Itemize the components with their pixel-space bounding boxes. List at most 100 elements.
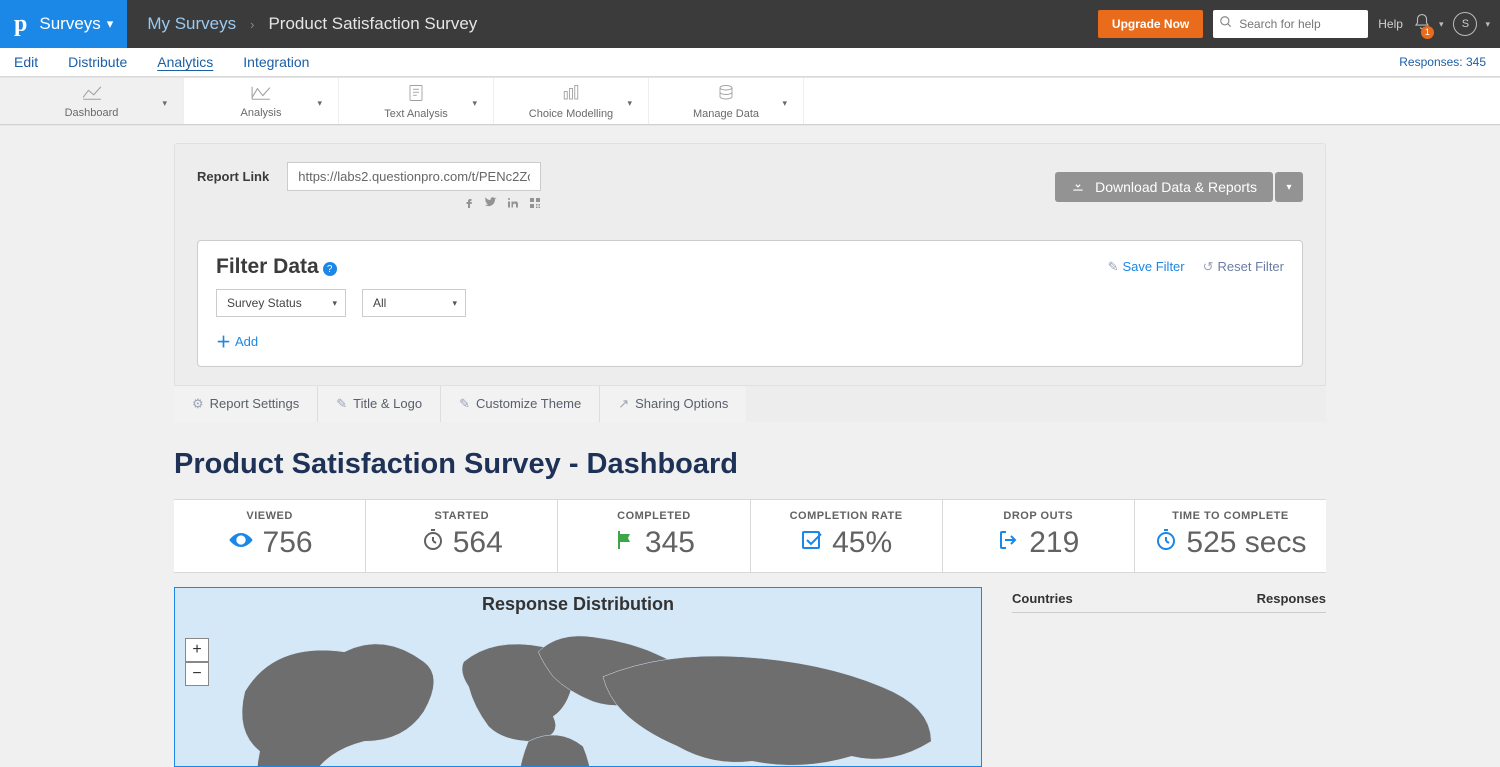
stat-label: COMPLETED (558, 510, 749, 522)
stat-time-to-complete: TIME TO COMPLETE 525 secs (1135, 500, 1326, 572)
upgrade-button[interactable]: Upgrade Now (1098, 10, 1203, 38)
filter-field-select[interactable]: Survey Status ▾ (216, 289, 346, 317)
zoom-out-button[interactable]: − (185, 662, 209, 686)
toolbar-manage-data[interactable]: Manage Data ▾ (649, 78, 804, 124)
zoom-in-button[interactable]: + (185, 638, 209, 662)
nav-analytics[interactable]: Analytics (157, 54, 213, 70)
dashboard-icon (81, 85, 103, 105)
stat-started: STARTED 564 (366, 500, 558, 572)
stat-label: DROP OUTS (943, 510, 1134, 522)
notifications-button[interactable]: 1 (1413, 13, 1431, 36)
edit-icon: ✎ (1108, 259, 1119, 274)
table-header-countries: Countries (1012, 591, 1257, 606)
world-map[interactable]: Response Distribution + − (174, 587, 982, 767)
toolbar-dashboard[interactable]: Dashboard ▾ (0, 78, 184, 124)
nav-distribute[interactable]: Distribute (68, 54, 127, 70)
filter-panel: Filter Data ? ✎Save Filter ↺Reset Filter… (197, 240, 1303, 367)
download-data-dropdown[interactable]: ▾ (1275, 172, 1303, 202)
stat-dropouts: DROP OUTS 219 (943, 500, 1135, 572)
stat-value: 564 (453, 526, 503, 560)
chevron-down-icon: ▾ (782, 98, 787, 109)
nav-edit[interactable]: Edit (14, 54, 38, 70)
responses-count[interactable]: Responses: 345 (1399, 55, 1486, 69)
breadcrumb-root[interactable]: My Surveys (147, 14, 236, 34)
checkbox-icon (800, 528, 824, 559)
chevron-down-icon: ▾ (452, 298, 457, 309)
notification-count-badge: 1 (1421, 26, 1434, 39)
tab-customize-theme[interactable]: ✎Customize Theme (441, 386, 600, 422)
save-filter-link[interactable]: ✎Save Filter (1108, 259, 1185, 275)
countries-table: Countries Responses (1012, 587, 1326, 767)
nav-integration[interactable]: Integration (243, 54, 309, 70)
filter-value-value: All (373, 296, 386, 310)
stat-label: COMPLETION RATE (751, 510, 942, 522)
stat-value: 756 (263, 526, 313, 560)
response-distribution-section: Response Distribution + − (174, 587, 1326, 767)
stat-label: VIEWED (174, 510, 365, 522)
twitter-icon[interactable] (485, 197, 497, 212)
download-data-button[interactable]: Download Data & Reports (1055, 172, 1273, 202)
chevron-down-icon: ▾ (332, 298, 337, 309)
toolbar-analysis-label: Analysis (241, 107, 282, 119)
report-panel: Report Link Download Data & Reports (174, 143, 1326, 386)
toolbar-manage-data-label: Manage Data (693, 108, 759, 120)
stat-value: 219 (1029, 526, 1079, 560)
plus-icon: ＋ (216, 331, 231, 352)
page-content: Report Link Download Data & Reports (0, 125, 1500, 767)
breadcrumb-sep-icon: › (250, 17, 254, 32)
main-nav: Edit Distribute Analytics Integration Re… (0, 48, 1500, 77)
eye-icon (227, 529, 255, 558)
chevron-down-icon: ▾ (627, 98, 632, 109)
linkedin-icon[interactable] (507, 197, 519, 212)
info-icon[interactable]: ? (323, 262, 337, 276)
filter-field-value: Survey Status (227, 296, 302, 310)
breadcrumb-title: Product Satisfaction Survey (268, 14, 477, 34)
toolbar-choice-modelling-label: Choice Modelling (529, 108, 613, 120)
help-search-input[interactable] (1213, 10, 1368, 38)
add-filter-label: Add (235, 334, 258, 349)
exit-icon (997, 528, 1021, 559)
chevron-down-icon: ▾ (1485, 19, 1490, 30)
product-switch-label: Surveys (39, 14, 100, 34)
toolbar-choice-modelling[interactable]: Choice Modelling ▾ (494, 78, 649, 124)
filter-heading: Filter Data (216, 255, 319, 279)
report-link-input[interactable] (287, 162, 541, 191)
choice-modelling-icon (562, 84, 580, 106)
flag-icon (613, 528, 637, 559)
share-icon: ↗ (618, 396, 629, 411)
filter-value-select[interactable]: All ▾ (362, 289, 466, 317)
stat-completed: COMPLETED 345 (558, 500, 750, 572)
stats-row: VIEWED 756 STARTED 564 COMPLETED 345 (174, 499, 1326, 573)
user-avatar[interactable]: S (1453, 12, 1477, 36)
chevron-down-icon: ▾ (472, 98, 477, 109)
product-switcher[interactable]: p Surveys ▾ (0, 0, 127, 48)
toolbar-text-analysis-label: Text Analysis (384, 108, 448, 120)
stat-value: 525 secs (1186, 526, 1306, 560)
share-icons (217, 197, 541, 212)
chevron-down-icon: ▾ (317, 98, 322, 109)
tab-report-settings[interactable]: ⚙Report Settings (174, 386, 318, 422)
chevron-down-icon: ▾ (1439, 19, 1444, 30)
stat-completion-rate: COMPLETION RATE 45% (751, 500, 943, 572)
app-header: p Surveys ▾ My Surveys › Product Satisfa… (0, 0, 1500, 48)
tab-sharing-options[interactable]: ↗Sharing Options (600, 386, 746, 422)
download-data-label: Download Data & Reports (1095, 179, 1257, 195)
table-header-responses: Responses (1257, 591, 1326, 606)
map-canvas (215, 622, 971, 766)
stat-value: 345 (645, 526, 695, 560)
qr-icon[interactable] (529, 197, 541, 212)
chevron-down-icon: ▾ (107, 16, 114, 32)
analysis-icon (250, 85, 272, 105)
help-link[interactable]: Help (1378, 17, 1403, 31)
gear-icon: ⚙ (192, 396, 204, 411)
map-title: Response Distribution (175, 588, 981, 619)
reset-filter-link[interactable]: ↺Reset Filter (1203, 259, 1284, 275)
text-analysis-icon (407, 84, 425, 106)
toolbar-analysis[interactable]: Analysis ▾ (184, 78, 339, 124)
toolbar-text-analysis[interactable]: Text Analysis ▾ (339, 78, 494, 124)
tab-title-logo[interactable]: ✎Title & Logo (318, 386, 441, 422)
facebook-icon[interactable] (463, 197, 475, 212)
stat-viewed: VIEWED 756 (174, 500, 366, 572)
edit-icon: ✎ (336, 396, 347, 411)
add-filter-button[interactable]: ＋ Add (216, 331, 258, 352)
